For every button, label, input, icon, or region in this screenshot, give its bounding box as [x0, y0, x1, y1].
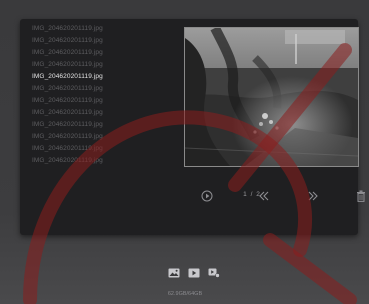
file-item[interactable]: IMG_204620201119.jpg — [32, 119, 182, 131]
file-item[interactable]: IMG_204620201119.jpg — [32, 143, 182, 155]
file-item[interactable]: IMG_204620201119.jpg — [32, 83, 182, 95]
file-item[interactable]: IMG_204620201119.jpg — [32, 95, 182, 107]
file-list: IMG_204620201119.jpg IMG_204620201119.jp… — [32, 23, 182, 167]
next-button[interactable] — [304, 187, 322, 205]
file-item[interactable]: IMG_204620201119.jpg — [32, 47, 182, 59]
mode-bar — [168, 268, 220, 280]
night-vision-photo — [185, 28, 358, 166]
file-item[interactable]: IMG_204620201119.jpg — [32, 59, 182, 71]
photo-mode-button[interactable] — [168, 268, 180, 278]
file-item[interactable]: IMG_204620201119.jpg — [32, 131, 182, 143]
file-item[interactable]: IMG_204620201119.jpg — [32, 107, 182, 119]
storage-indicator: 62.9GB/64GB — [167, 291, 203, 297]
video-mode-button[interactable] — [188, 268, 200, 278]
delete-button[interactable] — [354, 187, 368, 205]
video-settings-button[interactable] — [208, 268, 220, 278]
file-browser-panel: IMG_204620201119.jpg IMG_204620201119.jp… — [20, 19, 365, 235]
photo-mode-icon — [168, 268, 180, 278]
file-item[interactable]: IMG_204620201119.jpg — [32, 35, 182, 47]
file-item[interactable]: IMG_204620201119.jpg — [32, 155, 182, 167]
delete-icon — [357, 190, 365, 202]
play-button[interactable] — [198, 187, 216, 205]
video-settings-icon — [208, 268, 220, 278]
page-indicator: 1 / 2 — [243, 191, 261, 198]
video-mode-icon — [188, 268, 200, 278]
file-item[interactable]: IMG_204620201119.jpg — [32, 23, 182, 35]
play-icon — [201, 190, 213, 202]
file-item[interactable]: IMG_204620201119.jpg — [32, 71, 182, 83]
next-icon — [308, 191, 318, 201]
image-preview[interactable] — [184, 27, 359, 167]
